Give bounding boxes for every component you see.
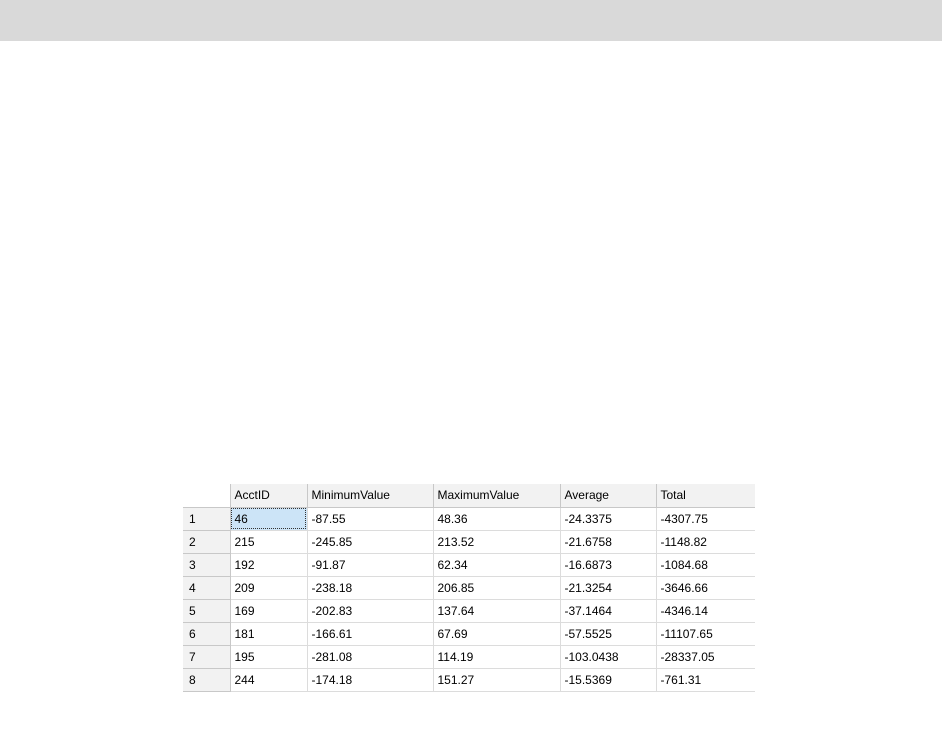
results-table: AcctID MinimumValue MaximumValue Average… bbox=[183, 484, 755, 692]
cell-maximumvalue[interactable]: 213.52 bbox=[433, 530, 561, 554]
cell-average[interactable]: -103.0438 bbox=[560, 645, 657, 669]
cell-acctid[interactable]: 195 bbox=[230, 645, 308, 669]
cell-total[interactable]: -1148.82 bbox=[656, 530, 755, 554]
cell-acctid[interactable]: 244 bbox=[230, 668, 308, 692]
cell-total[interactable]: -11107.65 bbox=[656, 622, 755, 646]
row-number[interactable]: 5 bbox=[183, 599, 231, 623]
column-header-maximumvalue[interactable]: MaximumValue bbox=[433, 484, 561, 508]
column-header-total[interactable]: Total bbox=[656, 484, 755, 508]
table-row: 4 209 -238.18 206.85 -21.3254 -3646.66 bbox=[183, 576, 755, 600]
cell-total[interactable]: -761.31 bbox=[656, 668, 755, 692]
table-row: 6 181 -166.61 67.69 -57.5525 -11107.65 bbox=[183, 622, 755, 646]
row-number[interactable]: 2 bbox=[183, 530, 231, 554]
row-number[interactable]: 8 bbox=[183, 668, 231, 692]
row-number[interactable]: 1 bbox=[183, 507, 231, 531]
cell-acctid[interactable]: 181 bbox=[230, 622, 308, 646]
cell-maximumvalue[interactable]: 48.36 bbox=[433, 507, 561, 531]
cell-acctid[interactable]: 169 bbox=[230, 599, 308, 623]
cell-minimumvalue[interactable]: -166.61 bbox=[307, 622, 434, 646]
column-header-acctid[interactable]: AcctID bbox=[230, 484, 308, 508]
table-row: 8 244 -174.18 151.27 -15.5369 -761.31 bbox=[183, 668, 755, 692]
cell-acctid[interactable]: 215 bbox=[230, 530, 308, 554]
cell-acctid[interactable]: 46 bbox=[230, 507, 308, 531]
table-row: 7 195 -281.08 114.19 -103.0438 -28337.05 bbox=[183, 645, 755, 669]
table-row: 3 192 -91.87 62.34 -16.6873 -1084.68 bbox=[183, 553, 755, 577]
cell-maximumvalue[interactable]: 206.85 bbox=[433, 576, 561, 600]
cell-acctid[interactable]: 192 bbox=[230, 553, 308, 577]
cell-maximumvalue[interactable]: 62.34 bbox=[433, 553, 561, 577]
cell-total[interactable]: -28337.05 bbox=[656, 645, 755, 669]
column-header-minimumvalue[interactable]: MinimumValue bbox=[307, 484, 434, 508]
table-row: 1 46 -87.55 48.36 -24.3375 -4307.75 bbox=[183, 507, 755, 531]
cell-average[interactable]: -57.5525 bbox=[560, 622, 657, 646]
cell-acctid[interactable]: 209 bbox=[230, 576, 308, 600]
table-row: 5 169 -202.83 137.64 -37.1464 -4346.14 bbox=[183, 599, 755, 623]
cell-average[interactable]: -21.6758 bbox=[560, 530, 657, 554]
cell-minimumvalue[interactable]: -87.55 bbox=[307, 507, 434, 531]
row-number[interactable]: 3 bbox=[183, 553, 231, 577]
cell-average[interactable]: -15.5369 bbox=[560, 668, 657, 692]
cell-maximumvalue[interactable]: 137.64 bbox=[433, 599, 561, 623]
cell-minimumvalue[interactable]: -245.85 bbox=[307, 530, 434, 554]
cell-average[interactable]: -16.6873 bbox=[560, 553, 657, 577]
cell-total[interactable]: -1084.68 bbox=[656, 553, 755, 577]
cell-minimumvalue[interactable]: -202.83 bbox=[307, 599, 434, 623]
column-header-average[interactable]: Average bbox=[560, 484, 657, 508]
cell-total[interactable]: -4346.14 bbox=[656, 599, 755, 623]
cell-minimumvalue[interactable]: -238.18 bbox=[307, 576, 434, 600]
cell-average[interactable]: -24.3375 bbox=[560, 507, 657, 531]
cell-average[interactable]: -37.1464 bbox=[560, 599, 657, 623]
row-number[interactable]: 4 bbox=[183, 576, 231, 600]
cell-minimumvalue[interactable]: -174.18 bbox=[307, 668, 434, 692]
table-row: 2 215 -245.85 213.52 -21.6758 -1148.82 bbox=[183, 530, 755, 554]
row-number[interactable]: 6 bbox=[183, 622, 231, 646]
cell-average[interactable]: -21.3254 bbox=[560, 576, 657, 600]
results-grid: AcctID MinimumValue MaximumValue Average… bbox=[183, 484, 755, 741]
cell-maximumvalue[interactable]: 114.19 bbox=[433, 645, 561, 669]
cell-minimumvalue[interactable]: -281.08 bbox=[307, 645, 434, 669]
row-number[interactable]: 7 bbox=[183, 645, 231, 669]
cell-total[interactable]: -3646.66 bbox=[656, 576, 755, 600]
cell-maximumvalue[interactable]: 67.69 bbox=[433, 622, 561, 646]
cell-minimumvalue[interactable]: -91.87 bbox=[307, 553, 434, 577]
cell-maximumvalue[interactable]: 151.27 bbox=[433, 668, 561, 692]
grid-corner[interactable] bbox=[183, 484, 231, 508]
cell-total[interactable]: -4307.75 bbox=[656, 507, 755, 531]
top-bar bbox=[0, 0, 942, 41]
header-row: AcctID MinimumValue MaximumValue Average… bbox=[183, 484, 755, 508]
